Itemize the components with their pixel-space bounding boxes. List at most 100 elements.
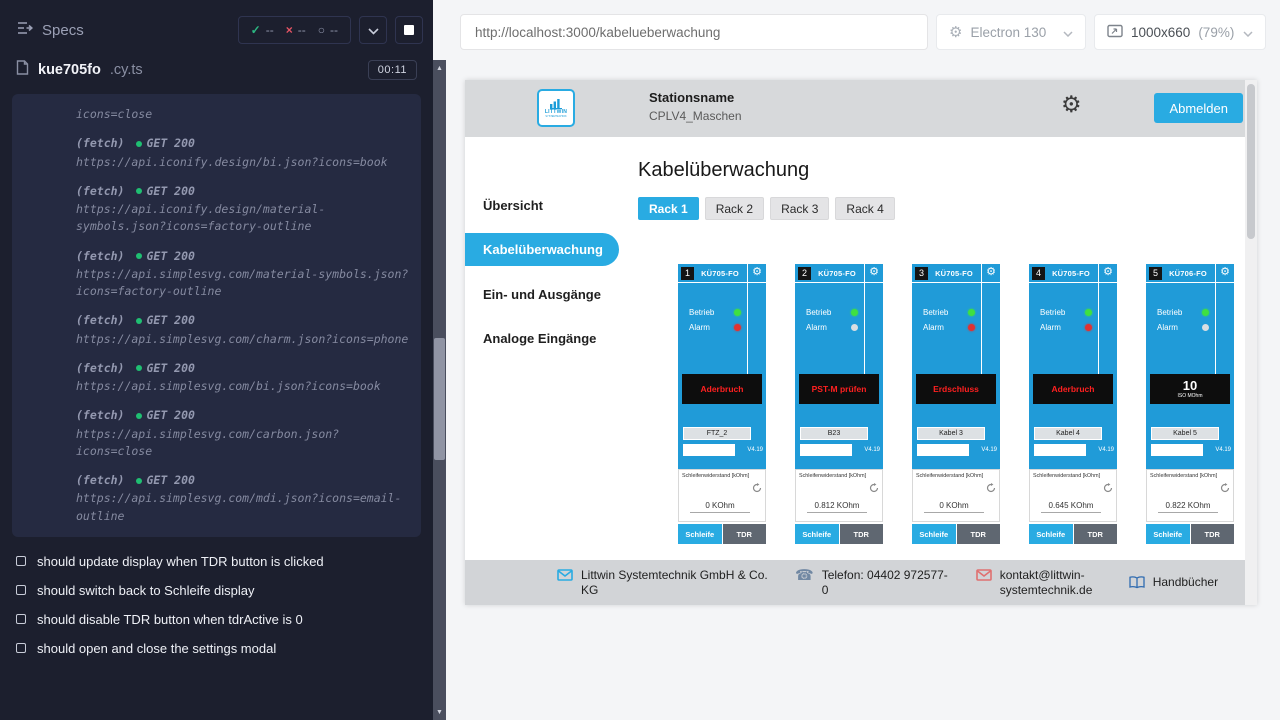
tab-rack-4[interactable]: Rack 4 [835,197,894,220]
tdr-button[interactable]: TDR [957,524,1001,544]
scrollbar-thumb[interactable] [434,338,445,460]
spec-extension: .cy.ts [110,62,143,78]
schleife-button[interactable]: Schleife [1146,524,1190,544]
alarm-led [968,324,975,331]
tdr-button[interactable]: TDR [1074,524,1118,544]
betrieb-label: Betrieb [1157,308,1182,317]
device-model: KÜ705-FO [811,269,863,278]
tab-rack-2[interactable]: Rack 2 [705,197,764,220]
status-display: 10 ISO MOhm [1150,374,1230,404]
device-number: 3 [915,267,928,280]
measurement-value: 0.812 KOhm [807,501,867,513]
app-scrollbar[interactable] [1245,80,1257,605]
log-entry[interactable]: (fetch)GET 200 https://api.simplesvg.com… [76,360,411,396]
log-method: (fetch) [76,248,124,265]
schleife-button[interactable]: Schleife [1029,524,1073,544]
littwin-app: LITTWIN SYSTEMTECHNIK Stationsname CPLV4… [465,80,1245,605]
test-title: should open and close the settings modal [37,641,276,656]
log-entry[interactable]: (fetch)GET 200 https://api.simplesvg.com… [76,248,411,301]
app-footer: Littwin Systemtechnik GmbH & Co. KG ☎ Te… [465,560,1245,605]
schleife-button[interactable]: Schleife [795,524,839,544]
test-list: should update display when TDR button is… [0,547,433,663]
device-settings-icon[interactable]: ⚙ [752,267,762,278]
collapse-button[interactable] [359,16,387,44]
test-box-icon [16,556,26,566]
circle-icon: ○ [318,23,325,37]
status-display: PST-M prüfen [799,374,879,404]
status-text: PST-M prüfen [812,384,867,394]
stat-pending: ○-- [318,23,338,37]
sidebar-item-analoge-eingaenge[interactable]: Analoge Eingänge [465,318,619,358]
log-entry[interactable]: icons=close [76,106,411,123]
refresh-icon[interactable] [869,483,879,493]
betrieb-label: Betrieb [923,308,948,317]
tab-rack-1[interactable]: Rack 1 [638,197,699,220]
log-status: GET 200 [146,472,194,489]
measurement-panel: Schleifenwiderstand [kOhm] 0.812 KOhm [795,469,883,522]
scroll-up-icon[interactable]: ▲ [433,60,446,76]
sidebar-item-ein-und-ausgaenge[interactable]: Ein- und Ausgänge [465,274,619,314]
tdr-button[interactable]: TDR [840,524,884,544]
tdr-button[interactable]: TDR [1191,524,1235,544]
chevron-down-icon [1243,25,1253,40]
device-panel-strip [1215,264,1234,374]
footer-phone-text: Telefon: 04402 972577-0 [822,568,952,598]
schleife-button[interactable]: Schleife [912,524,956,544]
schleife-button[interactable]: Schleife [678,524,722,544]
viewport-selector[interactable]: 1000x660 (79%) [1094,14,1266,50]
footer-manuals-text: Handbücher [1153,575,1218,590]
footer-manuals[interactable]: Handbücher [1129,575,1218,590]
measurement-value: 0 KOhm [924,501,984,513]
log-status: GET 200 [146,183,194,200]
scroll-down-icon[interactable]: ▼ [433,704,446,720]
logout-button[interactable]: Abmelden [1154,93,1243,123]
sidebar-item-kabelueberwachung[interactable]: Kabelüberwachung [465,233,619,266]
refresh-icon[interactable] [1220,483,1230,493]
status-text: Aderbruch [701,384,744,394]
test-item[interactable]: should open and close the settings modal [16,634,417,663]
sidebar-item-uebersicht[interactable]: Übersicht [465,185,619,225]
test-item[interactable]: should disable TDR button when tdrActive… [16,605,417,634]
browser-selector[interactable]: ⚙ Electron 130 [936,14,1086,50]
test-title: should update display when TDR button is… [37,554,324,569]
specs-toggle-button[interactable]: Specs [16,21,84,39]
test-box-icon [16,643,26,653]
settings-gear-icon[interactable]: ⚙ [1061,93,1082,116]
alarm-label: Alarm [689,323,710,332]
log-entry[interactable]: (fetch)GET 200 https://api.simplesvg.com… [76,312,411,348]
test-item[interactable]: should switch back to Schleife display [16,576,417,605]
refresh-icon[interactable] [986,483,996,493]
footer-company: Littwin Systemtechnik GmbH & Co. KG [557,568,771,598]
cable-name: B23 [800,427,868,440]
refresh-icon[interactable] [752,483,762,493]
device-settings-icon[interactable]: ⚙ [1220,267,1230,278]
spec-file-row[interactable]: kue705fo.cy.ts 00:11 [0,52,433,90]
reporter-scrollbar[interactable]: ▲ ▼ [433,60,446,720]
scrollbar-thumb[interactable] [1247,84,1255,239]
browser-bar: ⚙ Electron 130 1000x660 (79%) [460,14,1266,50]
stop-button[interactable] [395,16,423,44]
tab-rack-3[interactable]: Rack 3 [770,197,829,220]
device-settings-icon[interactable]: ⚙ [1103,267,1113,278]
footer-email[interactable]: kontakt@littwin-systemtechnik.de [976,568,1105,598]
firmware-version: V4.19 [864,447,880,453]
refresh-icon[interactable] [1103,483,1113,493]
log-entry[interactable]: (fetch)GET 200 https://api.simplesvg.com… [76,472,411,525]
alarm-led [1085,324,1092,331]
firmware-version: V4.19 [747,447,763,453]
log-entry[interactable]: (fetch)GET 200 https://api.iconify.desig… [76,135,411,171]
app-content: Kabelüberwachung Rack 1 Rack 2 Rack 3 Ra… [619,137,1245,560]
test-item[interactable]: should update display when TDR button is… [16,547,417,576]
device-number: 2 [798,267,811,280]
tdr-button[interactable]: TDR [723,524,767,544]
betrieb-led [1085,309,1092,316]
url-input[interactable] [460,14,928,50]
display-window [800,444,852,456]
measurement-label: Schleifenwiderstand [kOhm] [679,470,765,479]
test-title: should switch back to Schleife display [37,583,255,598]
log-entry[interactable]: (fetch)GET 200 https://api.simplesvg.com… [76,407,411,460]
log-entry[interactable]: (fetch)GET 200 https://api.iconify.desig… [76,183,411,236]
device-settings-icon[interactable]: ⚙ [986,267,996,278]
device-settings-icon[interactable]: ⚙ [869,267,879,278]
status-dot-icon [136,478,142,484]
